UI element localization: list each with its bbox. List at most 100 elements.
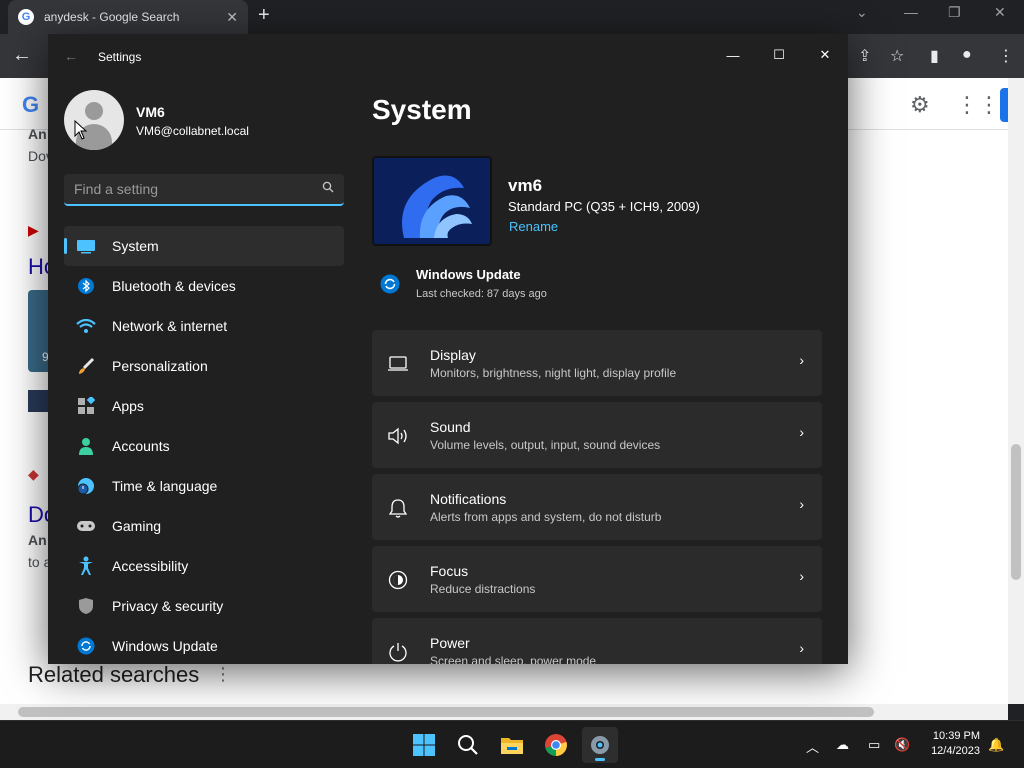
card-title: Focus — [430, 563, 469, 579]
close-button[interactable]: ✕ — [802, 40, 848, 70]
chevron-right-icon: › — [799, 568, 804, 584]
settings-cards: Display Monitors, brightness, night ligh… — [372, 330, 822, 664]
accounts-icon — [76, 436, 96, 456]
horizontal-scrollbar[interactable] — [0, 704, 1008, 720]
tab-close-icon[interactable]: ✕ — [226, 9, 238, 26]
vertical-scrollbar[interactable] — [1008, 78, 1024, 704]
focus-icon — [386, 568, 410, 592]
google-logo-icon[interactable]: G — [22, 92, 39, 118]
nav-item-personalization[interactable]: Personalization — [64, 346, 344, 386]
bluetooth-icon — [76, 276, 96, 296]
google-apps-icon[interactable]: ⋮⋮ — [956, 92, 1000, 118]
new-tab-icon[interactable]: + — [258, 4, 270, 27]
nav-item-apps[interactable]: Apps — [64, 386, 344, 426]
file-explorer-icon[interactable] — [494, 727, 530, 763]
windows-start-icon[interactable] — [406, 727, 442, 763]
share-icon[interactable]: ⇪ — [858, 46, 871, 66]
card-title: Display — [430, 347, 476, 363]
sign-in-button[interactable] — [1000, 88, 1008, 122]
nav-item-windows-update[interactable]: Windows Update — [64, 626, 344, 664]
card-subtitle: Alerts from apps and system, do not dist… — [430, 510, 662, 524]
maximize-button[interactable]: ☐ — [756, 40, 802, 70]
nav-label: Gaming — [112, 518, 162, 534]
more-options-icon[interactable]: ⋮ — [214, 664, 232, 685]
network-icon[interactable]: ▭ — [868, 737, 880, 753]
volume-muted-icon[interactable]: 🔇 — [894, 737, 910, 753]
settings-gear-icon[interactable]: ⚙ — [910, 92, 930, 118]
apps-icon — [76, 396, 96, 416]
browser-minimize-icon[interactable]: — — [904, 4, 918, 20]
nav-item-privacy-security[interactable]: Privacy & security — [64, 586, 344, 626]
nav-label: Personalization — [112, 358, 208, 374]
windows-update-status: Last checked: 87 days ago — [416, 288, 547, 300]
power-icon — [386, 640, 410, 664]
nav-label: Apps — [112, 398, 144, 414]
nav-item-time-language[interactable]: Time & language — [64, 466, 344, 506]
tab-search-icon[interactable]: ⌄ — [856, 4, 868, 21]
chrome-icon[interactable] — [538, 727, 574, 763]
avatar[interactable] — [64, 90, 124, 150]
chevron-right-icon: › — [799, 640, 804, 656]
system-monitor-icon — [76, 236, 96, 256]
browser-restore-icon[interactable]: ❐ — [948, 4, 961, 21]
side-panel-icon[interactable]: ▮ — [930, 46, 939, 66]
nav-item-accounts[interactable]: Accounts — [64, 426, 344, 466]
browser-tab[interactable]: G anydesk - Google Search ✕ — [8, 0, 248, 34]
nav-item-accessibility[interactable]: Accessibility — [64, 546, 344, 586]
user-profile[interactable]: VM6 VM6@collabnet.local — [62, 90, 344, 156]
windows-taskbar: ︿ ☁ ▭ 🔇 10:39 PM 12/4/2023 🔔 — [0, 720, 1024, 768]
profile-icon[interactable]: ● — [962, 46, 972, 64]
settings-titlebar: ← Settings — ☐ ✕ — [48, 34, 848, 80]
nav-label: Bluetooth & devices — [112, 278, 236, 294]
minimize-button[interactable]: — — [710, 40, 756, 70]
notification-bell-icon[interactable]: 🔔 — [988, 737, 1004, 753]
vertical-scroll-thumb[interactable] — [1011, 444, 1021, 580]
windows-update-icon — [76, 636, 96, 656]
nav-label: Time & language — [112, 478, 218, 494]
nav-label: Network & internet — [112, 318, 228, 334]
clock-time: 10:39 PM — [932, 730, 980, 742]
windows-update-title[interactable]: Windows Update — [416, 267, 521, 282]
time-language-icon — [76, 476, 96, 496]
show-hidden-icons-chevron-icon[interactable]: ︿ — [806, 737, 819, 756]
chevron-right-icon: › — [799, 352, 804, 368]
search-icon[interactable] — [322, 181, 334, 196]
focus-card[interactable]: Focus Reduce distractions › — [372, 546, 822, 612]
browser-back-icon[interactable]: ← — [12, 44, 32, 67]
system-clock[interactable]: 10:39 PM 12/4/2023 — [916, 729, 980, 759]
profile-name: VM6 — [136, 104, 165, 120]
card-title: Sound — [430, 419, 471, 435]
bell-icon — [386, 496, 410, 520]
horizontal-scroll-thumb[interactable] — [18, 707, 874, 717]
settings-gear-icon[interactable] — [582, 727, 618, 763]
onedrive-cloud-icon[interactable]: ☁ — [836, 737, 849, 753]
nav-label: Privacy & security — [112, 598, 224, 614]
notifications-card[interactable]: Notifications Alerts from apps and syste… — [372, 474, 822, 540]
gaming-controller-icon — [76, 516, 96, 536]
nav-item-bluetooth[interactable]: Bluetooth & devices — [64, 266, 344, 306]
nav-label: Windows Update — [112, 638, 218, 654]
sound-card[interactable]: Sound Volume levels, output, input, soun… — [372, 402, 822, 468]
nav-item-gaming[interactable]: Gaming — [64, 506, 344, 546]
paintbrush-icon — [76, 356, 96, 376]
browser-close-icon[interactable]: ✕ — [994, 4, 1006, 21]
power-card[interactable]: Power Screen and sleep, power mode › — [372, 618, 822, 664]
settings-search-box[interactable] — [64, 174, 344, 206]
settings-window: ← Settings — ☐ ✕ VM6 VM6@collabnet.local… — [48, 34, 848, 664]
nav-label: System — [112, 238, 159, 254]
desktop-wallpaper-thumbnail — [372, 156, 492, 246]
back-arrow-icon[interactable]: ← — [64, 48, 78, 64]
chevron-right-icon: › — [799, 496, 804, 512]
bookmark-star-icon[interactable]: ☆ — [890, 46, 904, 66]
search-input[interactable] — [64, 174, 314, 204]
device-name: vm6 — [508, 176, 543, 195]
speaker-icon — [386, 424, 410, 448]
display-card[interactable]: Display Monitors, brightness, night ligh… — [372, 330, 822, 396]
browser-menu-icon[interactable]: ⋮ — [998, 46, 1014, 66]
rename-link[interactable]: Rename — [509, 219, 558, 234]
nav-item-system[interactable]: System — [64, 226, 344, 266]
result-snippet: An — [28, 126, 47, 142]
device-model: Standard PC (Q35 + ICH9, 2009) — [508, 199, 700, 214]
nav-item-network[interactable]: Network & internet — [64, 306, 344, 346]
search-icon[interactable] — [450, 727, 486, 763]
